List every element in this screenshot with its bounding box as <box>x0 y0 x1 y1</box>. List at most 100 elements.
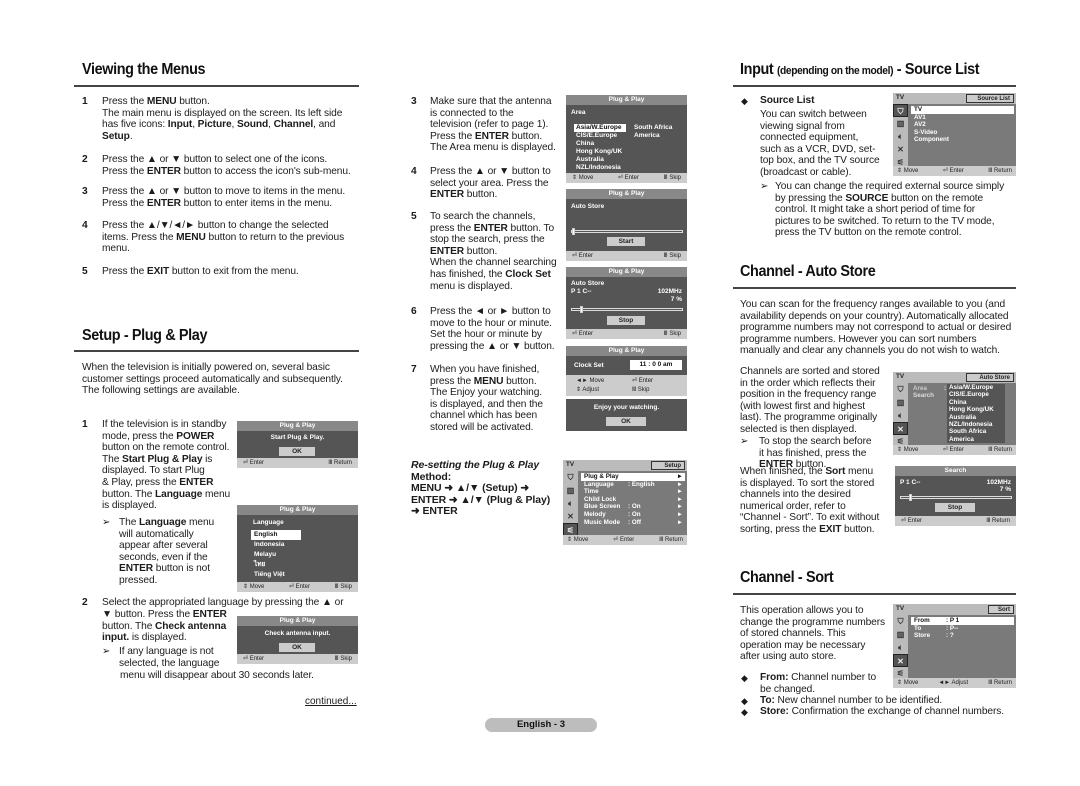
input-icon[interactable]: ⛉ <box>563 471 578 484</box>
source-option[interactable]: AV1 <box>911 114 1014 122</box>
source-option[interactable]: Component <box>911 136 1014 144</box>
menu-icon-column: ⛉ ▥ 🔈︎ ✕ ⚟ <box>893 383 908 446</box>
channel-icon[interactable]: ✕ <box>893 422 908 435</box>
area-option[interactable]: America <box>947 436 1005 443</box>
plug-step-6: Press the ◄ or ► button to move to the ho… <box>430 306 555 352</box>
ok-button[interactable]: OK <box>279 643 315 652</box>
setup-menu-item[interactable]: Music Mode: Off ► <box>581 519 685 527</box>
viewing-step: Press the ▲ or ▼ button to move to items… <box>102 186 346 209</box>
area-option[interactable]: America <box>634 132 672 140</box>
source-option[interactable]: TV <box>911 106 1014 114</box>
area-list: Asia/W.Europe CIS/E.Europe China Hong Kong/… <box>574 124 626 172</box>
area-option[interactable]: China <box>574 140 626 148</box>
skip-hint: Ⅲ Skip <box>334 656 352 662</box>
ok-button[interactable]: OK <box>606 417 646 426</box>
picture-icon[interactable]: ▥ <box>563 484 578 497</box>
area-dropdown[interactable]: Asia/W.Europe CIS/E.Europe China Hong Kong/… <box>947 384 1005 444</box>
area-option[interactable]: Asia/W.Europe <box>947 384 1005 391</box>
language-label: Language <box>253 519 284 526</box>
area-option[interactable]: South Africa <box>634 124 672 132</box>
osd-area: Plug & Play Area Asia/W.Europe CIS/E.Euro… <box>566 95 687 183</box>
adjust-hint: ◄► Adjust <box>938 680 969 686</box>
sort-menu-item[interactable]: From: P 1 <box>911 617 1014 625</box>
skip-hint: Ⅲ Skip <box>663 331 681 337</box>
area-option[interactable]: Australia <box>947 414 1005 421</box>
enter-hint: ⏎ Enter <box>243 460 265 466</box>
sound-icon[interactable]: 🔈︎ <box>893 409 908 422</box>
channel-readout: P 1 C-- <box>900 479 921 486</box>
source-list-body: You can switch between viewing signal fro… <box>760 109 880 178</box>
skip-hint: Ⅲ Skip <box>663 253 681 259</box>
note-text: You can change the required external sou… <box>775 181 1005 239</box>
plug-intro: When the television is initially powered… <box>82 362 343 397</box>
auto-store-label: Auto Store <box>571 280 605 287</box>
area-option[interactable]: CIS/E.Europe <box>947 391 1005 398</box>
step-number: 3 <box>411 96 417 107</box>
skip-hint: Ⅲ Skip <box>632 387 650 393</box>
title-qualifier: (depending on the model) <box>777 65 894 77</box>
enter-hint: ⏎ Enter <box>901 518 923 524</box>
picture-icon[interactable]: ▥ <box>893 117 908 130</box>
setup-menu-item[interactable]: Time ► <box>581 488 685 496</box>
title-tail: - Source List <box>896 61 980 78</box>
input-icon[interactable]: ⛉ <box>893 383 908 396</box>
setup-menu-item[interactable]: Melody: On ► <box>581 511 685 519</box>
setup-menu-item[interactable]: Blue Screen: On ► <box>581 503 685 511</box>
osd-language: Plug & Play Language English Indonesia Mel… <box>237 505 358 592</box>
stop-button[interactable]: Stop <box>935 503 975 512</box>
sort-menu-item[interactable]: To: P-- <box>911 625 1014 633</box>
bullet-diamond-icon: ◆ <box>741 96 748 106</box>
sound-icon[interactable]: 🔈︎ <box>893 130 908 143</box>
channel-icon[interactable]: ✕ <box>893 143 908 156</box>
clock-time-field[interactable]: 11 : 0 0 am <box>630 360 682 370</box>
area-option[interactable]: Hong Kong/UK <box>574 148 626 156</box>
language-option[interactable]: English <box>251 530 301 540</box>
channel-readout: P 1 C-- <box>571 288 592 295</box>
menu-icon-column: ⛉ ▥ 🔈︎ ✕ ⚟ <box>893 104 908 167</box>
area-option[interactable]: South Africa <box>947 428 1005 435</box>
language-option[interactable]: Tiếng Việt <box>251 570 301 580</box>
stop-button[interactable]: Stop <box>607 316 645 325</box>
sound-icon[interactable]: 🔈︎ <box>893 641 908 654</box>
enter-hint: ⏎ Enter <box>572 331 594 337</box>
area-option[interactable]: NZL/Indonesia <box>574 164 626 172</box>
channel-icon[interactable]: ✕ <box>893 654 908 667</box>
osd-setup-menu: TV Setup ⛉ ▥ 🔈︎ ✕ ⚟ Plug & Play ► Language:… <box>563 460 687 545</box>
percent-readout: 7 % <box>670 296 682 303</box>
progress-track <box>900 496 1012 499</box>
setup-menu-item[interactable]: Language: English ► <box>581 481 685 489</box>
area-option[interactable]: NZL/Indonesia <box>947 421 1005 428</box>
bullet-diamond-icon: ◆ <box>741 707 748 717</box>
osd-title: Plug & Play <box>566 267 687 277</box>
osd-start-plug-play: Plug & Play Start Plug & Play. OK ⏎ Ente… <box>237 421 358 468</box>
sound-icon[interactable]: 🔈︎ <box>563 497 578 510</box>
language-option[interactable]: ไทย <box>251 560 301 570</box>
step-number: 5 <box>411 211 417 222</box>
area-option[interactable]: Hong Kong/UK <box>947 406 1005 413</box>
setup-menu-item[interactable]: Plug & Play ► <box>581 473 685 481</box>
language-option[interactable]: Indonesia <box>251 540 301 550</box>
plug-step-3: Make sure that the antenna is connected t… <box>430 96 556 154</box>
note-arrow-icon: ➢ <box>102 646 111 657</box>
area-option[interactable]: Australia <box>574 156 626 164</box>
channel-icon[interactable]: ✕ <box>563 510 578 523</box>
picture-icon[interactable]: ▥ <box>893 396 908 409</box>
start-button[interactable]: Start <box>607 237 645 246</box>
input-icon[interactable]: ⛉ <box>893 104 908 117</box>
area-option[interactable]: CIS/E.Europe <box>574 132 626 140</box>
section-rule <box>733 593 1016 595</box>
ok-button[interactable]: OK <box>279 447 315 456</box>
picture-icon[interactable]: ▥ <box>893 628 908 641</box>
source-option[interactable]: AV2 <box>911 121 1014 129</box>
area-option[interactable]: China <box>947 399 1005 406</box>
source-rows: TV AV1 AV2 S-Video Component <box>911 106 1014 144</box>
language-option[interactable]: Melayu <box>251 550 301 560</box>
source-option[interactable]: S-Video <box>911 129 1014 137</box>
area-option[interactable]: Asia/W.Europe <box>574 124 626 132</box>
sort-menu-item[interactable]: Store: ? <box>911 632 1014 640</box>
menu-title: Source List <box>966 94 1014 103</box>
osd-check-antenna: Plug & Play Check antenna input. OK ⏎ En… <box>237 616 358 664</box>
enter-hint: ⏎ Enter <box>617 175 639 181</box>
input-icon[interactable]: ⛉ <box>893 615 908 628</box>
setup-menu-item[interactable]: Child Lock ► <box>581 496 685 504</box>
